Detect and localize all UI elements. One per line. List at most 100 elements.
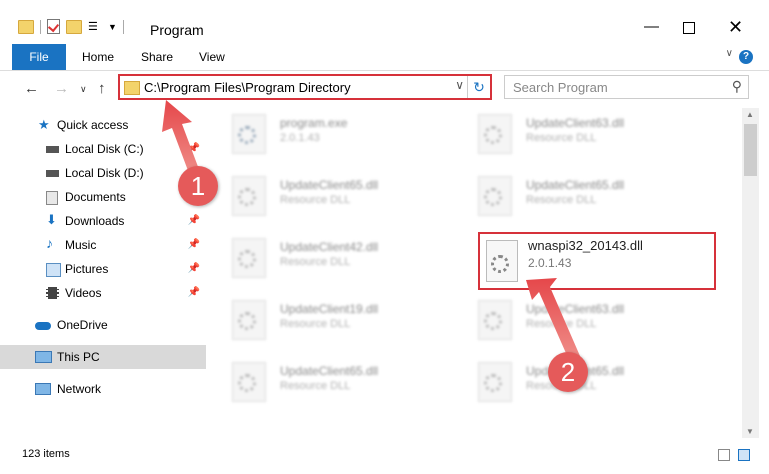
sidebar-item-label: Local Disk (D:) [65,166,144,180]
list-item[interactable]: program.exe 2.0.1.43 [214,108,444,160]
download-icon: ⬇ [46,212,57,227]
folder-icon [18,19,34,34]
scroll-up-icon[interactable]: ▲ [746,110,754,119]
dll-file-icon [478,300,512,340]
sidebar-item-pictures[interactable]: Pictures 📌 [0,257,206,281]
pc-icon [35,351,52,363]
sidebar-item-label: Network [57,382,102,396]
list-item[interactable]: UpdateClient65.dll Resource DLL [460,170,690,222]
search-icon[interactable]: ⚲ [732,78,742,95]
pin-icon[interactable]: 📌 [188,287,200,298]
sidebar-item-downloads[interactable]: ⬇ Downloads 📌 [0,209,206,233]
list-item[interactable]: UpdateClient65.dll Resource DLL [214,356,444,408]
tab-file[interactable]: File [12,44,66,70]
file-name: UpdateClient65.dll [280,178,379,192]
sidebar-item-label: Downloads [65,214,125,228]
drive-icon [46,170,59,177]
address-bar[interactable]: C:\Program Files\Program Directory ∨ ↻ [118,74,492,100]
recent-locations-icon[interactable]: ∨ [80,84,87,95]
toolbar-dropdown-icon[interactable]: ▼ [108,22,117,32]
highlighted-file[interactable]: wnaspi32_20143.dll 2.0.1.43 [478,232,716,290]
maximize-icon[interactable] [683,22,695,34]
file-name: program.exe [280,116,348,130]
ribbon: File Home Share View ∨ ? [0,44,769,71]
sidebar-item-local-disk-c[interactable]: Local Disk (C:) 📌 [0,137,206,161]
star-icon: ★ [38,117,50,132]
file-details: Resource DLL [280,380,351,392]
list-item[interactable]: UpdateClient19.dll Resource DLL [214,294,444,346]
file-version: 2.0.1.43 [528,256,572,270]
documents-icon [46,191,58,205]
window-title: Program [150,22,204,38]
sidebar-item-music[interactable]: ♪ Music 📌 [0,233,206,257]
pin-icon[interactable]: 📌 [188,263,200,274]
pin-icon[interactable]: 📌 [188,143,200,154]
sidebar-item-label: Pictures [65,262,109,276]
file-details: Resource DLL [526,318,597,330]
sidebar-item-label: Quick access [57,118,129,132]
sidebar-item-network[interactable]: Network [0,377,206,401]
status-bar: 123 items [0,444,769,474]
sidebar-item-label: Documents [65,190,126,204]
pin-icon[interactable]: 📌 [188,239,200,250]
file-details: Resource DLL [280,256,351,268]
forward-arrow-icon[interactable]: → [54,80,69,97]
vertical-scrollbar[interactable]: ▲ ▼ [742,108,759,438]
music-icon: ♪ [46,235,53,251]
folder-icon [124,81,140,95]
up-arrow-icon[interactable]: ↑ [98,80,106,97]
list-item[interactable]: UpdateClient63.dll Resource DLL [460,108,690,160]
chevron-down-icon[interactable]: ∨ [455,78,464,92]
file-details: Resource DLL [526,194,597,206]
dll-file-icon [478,362,512,402]
expand-ribbon-icon[interactable]: ∨ [726,48,733,59]
search-input[interactable]: Search Program [513,80,608,95]
back-arrow-icon[interactable]: ← [24,80,39,97]
callout-2: 2 [548,352,588,392]
list-item[interactable]: UpdateClient63.dll Resource DLL [460,294,690,346]
new-folder-icon[interactable] [66,19,82,34]
videos-icon [46,287,59,299]
navigation-pane: ★ Quick access Local Disk (C:) 📌 Local D… [0,108,206,438]
dll-file-icon [232,300,266,340]
sidebar-item-videos[interactable]: Videos 📌 [0,281,206,305]
tab-share[interactable]: Share [141,44,173,70]
minimize-icon[interactable]: — [644,19,659,34]
sidebar-item-local-disk-d[interactable]: Local Disk (D:) 📌 [0,161,206,185]
sidebar-item-onedrive[interactable]: OneDrive [0,313,206,337]
sidebar-item-this-pc[interactable]: This PC [0,345,206,369]
file-details: Resource DLL [280,194,351,206]
tab-view[interactable]: View [199,44,225,70]
refresh-icon[interactable]: ↻ [467,76,490,98]
file-name: UpdateClient65.dll [526,178,625,192]
cloud-icon [35,322,51,330]
tab-home[interactable]: Home [82,44,114,70]
dll-file-icon [232,362,266,402]
scroll-down-icon[interactable]: ▼ [746,427,754,436]
scroll-thumb[interactable] [744,124,757,176]
customize-toolbar-icon[interactable]: ☰ [88,21,102,33]
sidebar-item-label: This PC [57,350,100,364]
sidebar-item-label: Local Disk (C:) [65,142,144,156]
properties-icon[interactable] [47,19,60,34]
help-icon[interactable]: ? [739,50,753,64]
details-view-icon[interactable] [718,449,730,461]
drive-icon [46,146,59,153]
file-details: 2.0.1.43 [280,132,320,144]
list-item[interactable]: UpdateClient65.dll Resource DLL [214,170,444,222]
sidebar-item-documents[interactable]: Documents 📌 [0,185,206,209]
dll-file-icon [478,114,512,154]
large-icons-view-icon[interactable] [738,449,750,461]
dll-file-icon [478,176,512,216]
file-name: UpdateClient42.dll [280,240,379,254]
close-icon[interactable]: ✕ [728,18,743,36]
search-box[interactable]: Search Program ⚲ [504,75,749,99]
list-item[interactable]: UpdateClient42.dll Resource DLL [214,232,444,284]
sidebar-item-label: Videos [65,286,102,300]
pin-icon[interactable]: 📌 [188,215,200,226]
sidebar-item-quick-access[interactable]: ★ Quick access [0,113,206,137]
file-details: Resource DLL [280,318,351,330]
address-path[interactable]: C:\Program Files\Program Directory [144,80,351,95]
separator [122,19,124,34]
separator [40,19,41,34]
